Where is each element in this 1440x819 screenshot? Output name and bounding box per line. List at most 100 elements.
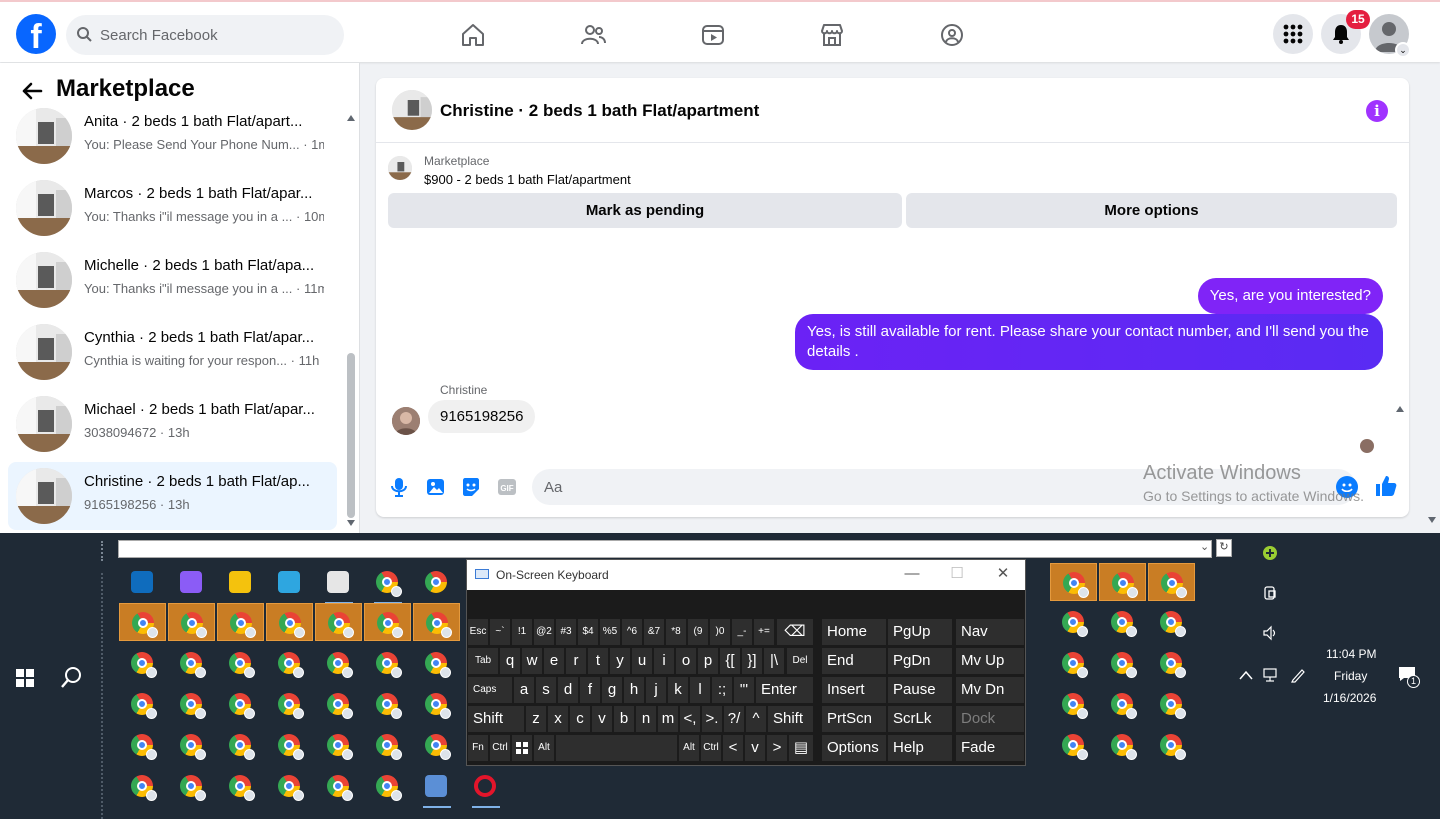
clock-day[interactable]: Friday [1334, 669, 1367, 683]
key-nav[interactable]: Home [822, 619, 886, 645]
key[interactable]: ?/ [724, 706, 744, 732]
taskbar-app-button[interactable] [315, 644, 362, 682]
taskbar-app-button[interactable] [1050, 603, 1097, 641]
taskbar-app-button[interactable] [1148, 726, 1195, 764]
notification-center-button[interactable]: 1 [1398, 666, 1420, 688]
refresh-icon[interactable]: ↻ [1216, 539, 1232, 557]
context-menu-key[interactable]: ▤ [789, 735, 813, 761]
home-icon[interactable] [460, 22, 486, 48]
taskbar-app-button[interactable] [1050, 563, 1097, 601]
key[interactable]: l [690, 677, 710, 703]
emoji-icon[interactable] [1336, 476, 1358, 498]
taskbar-app-button[interactable] [462, 767, 509, 808]
toolbar-grip[interactable] [101, 541, 105, 561]
taskbar-app-button[interactable] [1099, 685, 1146, 723]
key[interactable]: p [698, 648, 718, 674]
key-nav[interactable]: Nav [956, 619, 1024, 645]
taskbar-app-button[interactable] [315, 767, 362, 805]
taskbar-app-button[interactable] [168, 603, 215, 641]
taskbar-app-button[interactable] [266, 767, 313, 805]
key[interactable]: i [654, 648, 674, 674]
taskbar-app-button[interactable] [413, 726, 460, 764]
key-nav[interactable]: Pause [888, 677, 952, 703]
taskbar-app-button[interactable] [266, 603, 313, 641]
key-shift-left[interactable]: Shift [468, 706, 524, 732]
chevron-down-icon[interactable]: ⌄ [1395, 42, 1411, 58]
video-icon[interactable] [700, 22, 726, 48]
key-arrow[interactable]: v [745, 735, 765, 761]
page-scroll-down-icon[interactable] [1428, 517, 1436, 523]
taskbar-app-button[interactable] [217, 767, 264, 805]
facebook-logo-icon[interactable]: f [16, 14, 56, 54]
outgoing-message[interactable]: Yes, are you interested? [1197, 278, 1383, 314]
scroll-up-arrow-icon[interactable] [1396, 406, 1404, 412]
key[interactable]: ^ [746, 706, 766, 732]
chevron-down-icon[interactable]: ⌄ [1200, 540, 1209, 553]
key-fn[interactable]: Fn [468, 735, 488, 761]
taskbar-app-button[interactable] [413, 603, 460, 641]
key[interactable]: ~` [490, 619, 510, 645]
key-nav[interactable]: End [822, 648, 886, 674]
scroll-up-arrow-icon[interactable] [347, 115, 355, 121]
key[interactable]: w [522, 648, 542, 674]
key-nav[interactable]: Insert [822, 677, 886, 703]
clock-time[interactable]: 11:04 PM [1326, 647, 1376, 661]
key[interactable]: !1 [512, 619, 532, 645]
key[interactable]: "' [734, 677, 754, 703]
key[interactable]: x [548, 706, 568, 732]
taskbar-app-button[interactable] [119, 563, 166, 601]
key[interactable]: <, [680, 706, 700, 732]
key-delete[interactable]: Del [787, 648, 813, 674]
key[interactable]: r [566, 648, 586, 674]
key-nav[interactable]: PgDn [888, 648, 952, 674]
listing-avatar[interactable] [392, 90, 432, 130]
sidebar-scrollbar[interactable] [345, 113, 357, 528]
taskbar-app-button[interactable] [217, 726, 264, 764]
taskbar-app-button[interactable] [1099, 726, 1146, 764]
key-esc[interactable]: Esc [468, 619, 488, 645]
taskbar-app-button[interactable] [168, 644, 215, 682]
key-nav[interactable]: ScrLk [888, 706, 952, 732]
message-input[interactable] [532, 469, 1356, 505]
info-icon[interactable]: i [1366, 100, 1388, 122]
menu-button[interactable] [1273, 14, 1313, 54]
chevron-up-icon[interactable] [1239, 670, 1253, 680]
taskbar-app-button[interactable] [1050, 726, 1097, 764]
taskbar-app-button[interactable] [364, 563, 411, 604]
taskbar-app-button[interactable] [119, 726, 166, 764]
taskbar-app-button[interactable] [364, 685, 411, 723]
taskbar-app-button[interactable] [1099, 644, 1146, 682]
taskbar-app-button[interactable] [413, 767, 460, 808]
taskbar-app-button[interactable] [364, 726, 411, 764]
microphone-icon[interactable] [388, 476, 410, 498]
key[interactable]: z [526, 706, 546, 732]
taskbar-app-button[interactable] [315, 563, 362, 604]
mark-as-pending-button[interactable]: Mark as pending [388, 193, 902, 228]
key-arrow[interactable]: > [767, 735, 787, 761]
clock-date[interactable]: 1/16/2026 [1323, 691, 1376, 705]
key-alt-left[interactable]: Alt [534, 735, 554, 761]
key[interactable]: >. [702, 706, 722, 732]
key[interactable]: |\ [764, 648, 784, 674]
taskbar-app-button[interactable] [364, 767, 411, 805]
status-icon[interactable] [1262, 545, 1278, 561]
maximize-button[interactable]: ☐ [946, 564, 968, 584]
key[interactable]: d [558, 677, 578, 703]
taskbar-app-button[interactable] [168, 767, 215, 805]
sender-avatar[interactable] [392, 407, 420, 435]
address-toolbar-input[interactable] [118, 540, 1212, 558]
key[interactable]: m [658, 706, 678, 732]
taskbar-app-button[interactable] [119, 685, 166, 723]
key-shift-right[interactable]: Shift [768, 706, 813, 732]
key[interactable]: &7 [644, 619, 664, 645]
conversation-item-christine[interactable]: Christine · 2 beds 1 bath Flat/ap... 916… [8, 462, 337, 530]
conversation-item-marcos[interactable]: Marcos · 2 beds 1 bath Flat/apar... You:… [8, 174, 337, 242]
key-space[interactable] [556, 735, 677, 761]
taskbar-app-button[interactable] [364, 644, 411, 682]
key[interactable]: s [536, 677, 556, 703]
key[interactable]: :; [712, 677, 732, 703]
taskbar-app-button[interactable] [315, 685, 362, 723]
taskbar-app-button[interactable] [119, 644, 166, 682]
taskbar-app-button[interactable] [217, 563, 264, 601]
key[interactable]: _- [732, 619, 752, 645]
